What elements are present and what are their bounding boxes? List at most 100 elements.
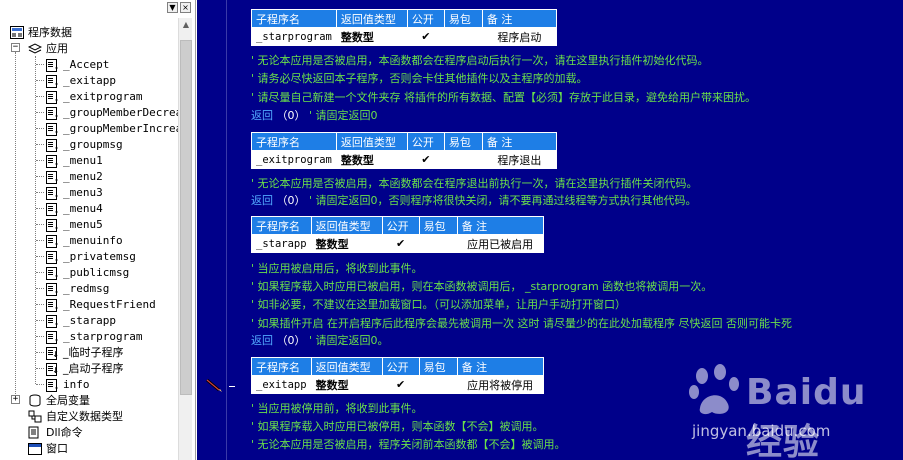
tree-node-window[interactable]: 窗口 xyxy=(28,440,68,456)
code-comment[interactable]: ' 无论本应用是否被启用，本函数都会在程序启动后执行一次，请在这里执行插件初始化… xyxy=(251,53,709,68)
app-node-collapse-toggle[interactable]: − xyxy=(11,43,20,52)
return-type-cell[interactable]: 整数型 xyxy=(335,27,408,46)
code-comment[interactable]: ' 无论本应用是否被启用，本函数都会在程序退出前执行一次，请在这里执行插件关闭代… xyxy=(251,176,698,191)
public-checkmark-icon[interactable]: ✔ xyxy=(381,234,420,253)
subprogram-name-cell[interactable]: _exitprogram xyxy=(251,150,337,169)
easy-pack-cell[interactable] xyxy=(443,27,483,46)
code-comment[interactable]: ' 如果程序载入时应用已被启用，则在本函数被调用后， _starprogram … xyxy=(251,279,712,294)
tree-node-app[interactable]: 应用 xyxy=(27,40,68,56)
scroll-up-arrow-icon[interactable]: ▲ xyxy=(179,18,193,32)
note-cell[interactable]: 程序退出 xyxy=(481,150,557,169)
tree-node-custom-types[interactable]: 自定义数据类型 xyxy=(28,408,123,424)
code-comment[interactable]: ' 请尽量自己新建一个文件夹存 将插件的所有数据、配置【必须】存放于此目录，避免… xyxy=(251,90,756,105)
tree-guide-line xyxy=(36,384,44,385)
subprogram-icon: ↓ xyxy=(45,378,59,392)
public-checkmark-icon[interactable]: ✔ xyxy=(381,375,420,394)
code-comment[interactable]: ' 如果程序载入时应用已被停用，则本函数【不会】被调用。 xyxy=(251,419,544,434)
code-comment[interactable]: ' 当应用被停用前，将收到此事件。 xyxy=(251,401,423,416)
tree-guide-line xyxy=(36,112,44,113)
note-cell[interactable]: 程序启动 xyxy=(481,27,557,46)
tree-item-subprogram[interactable]: ↓ _exitprogram xyxy=(45,88,142,104)
return-keyword: 返回 xyxy=(251,194,273,207)
tree-node-app-label: 应用 xyxy=(46,42,68,55)
code-comment[interactable]: ' 如非必要，不建议在这里加载窗口。（可以添加菜单，让用户手动打开窗口） xyxy=(251,297,626,312)
public-checkmark-icon[interactable]: ✔ xyxy=(406,150,445,169)
tree-item-label: _menu1 xyxy=(63,153,103,167)
tree-item-subprogram[interactable]: ↓ _groupMemberIncrea xyxy=(45,120,182,136)
header-public: 公开 xyxy=(406,9,445,28)
tree-guide-line xyxy=(36,240,44,241)
tree-item-label: _publicmsg xyxy=(63,265,130,279)
tree-item-subprogram[interactable]: ↓ _menu2 xyxy=(45,168,103,184)
tree-item-subprogram[interactable]: ↓ info xyxy=(45,376,90,392)
tree-node-dll[interactable]: Dll命令 xyxy=(28,424,83,440)
subprogram-name-cell[interactable]: _starprogram xyxy=(251,27,337,46)
code-comment[interactable]: ' 请务必尽快返回本子程序，否则会卡住其他插件以及主程序的加载。 xyxy=(251,71,588,86)
tree-item-label: _starapp xyxy=(63,313,116,327)
panel-close-button[interactable]: × xyxy=(180,2,191,13)
tree-scrollbar[interactable]: ▲ xyxy=(178,18,192,460)
tree-item-subprogram[interactable]: ↓ _groupMemberDecrea xyxy=(45,104,182,120)
tree-guide-line xyxy=(36,64,44,65)
program-data-panel: ▼ × 程序数据 − 应用 ↓ _Accept ↓ _exitapp ↓ _exitpro… xyxy=(0,0,196,460)
return-statement[interactable]: 返回 （0） ' 请固定返回0，否则程序将很快关闭，请不要再通过线程等方式执行其… xyxy=(251,193,697,208)
tree-guide-line xyxy=(36,320,44,321)
subprogram-name-cell[interactable]: _exitapp xyxy=(251,375,312,394)
code-area: 子程序名 返回值类型 公开 易包 备 注 _starprogram 整数型 ✔ … xyxy=(251,0,901,460)
code-comment[interactable]: ' 当应用被启用后，将收到此事件。 xyxy=(251,261,423,276)
tree-item-label: _menu3 xyxy=(63,185,103,199)
note-cell[interactable]: 应用将被停用 xyxy=(456,375,544,394)
subprogram-icon: ↓ xyxy=(45,122,59,136)
tree-item-subprogram[interactable]: ↓ _启动子程序 xyxy=(45,360,124,376)
return-type-cell[interactable]: 整数型 xyxy=(310,234,383,253)
tree-item-subprogram[interactable]: ↓ _临时子程序 xyxy=(45,344,124,360)
tree-item-subprogram[interactable]: ↓ _exitapp xyxy=(45,72,116,88)
tree-item-label: _menu2 xyxy=(63,169,103,183)
header-easy-pack: 易包 xyxy=(443,132,483,151)
tree-item-subprogram[interactable]: ↓ _menu1 xyxy=(45,152,103,168)
tree-node-globals-label: 全局变量 xyxy=(46,394,90,407)
subprogram-icon: ↓ xyxy=(45,90,59,104)
tree-item-subprogram[interactable]: ↓ _redmsg xyxy=(45,280,109,296)
subprogram-icon: ↓ xyxy=(45,298,59,312)
tree-guide-line xyxy=(36,192,44,193)
note-cell[interactable]: 应用已被启用 xyxy=(456,234,544,253)
subprogram-icon: ↓ xyxy=(45,314,59,328)
code-editor[interactable]: 子程序名 返回值类型 公开 易包 备 注 _starprogram 整数型 ✔ … xyxy=(197,0,903,460)
tree-guide-line xyxy=(36,160,44,161)
easy-pack-cell[interactable] xyxy=(443,150,483,169)
tree-node-globals[interactable]: 全局变量 xyxy=(28,392,90,408)
tree-guide-line xyxy=(36,176,44,177)
tree-item-subprogram[interactable]: ↓ _groupmsg xyxy=(45,136,123,152)
tree-item-subprogram[interactable]: ↓ _publicmsg xyxy=(45,264,129,280)
easy-pack-cell[interactable] xyxy=(418,375,458,394)
subprogram-icon: ↓ xyxy=(45,202,59,216)
tree-item-subprogram[interactable]: ↓ _menu5 xyxy=(45,216,103,232)
tree-item-subprogram[interactable]: ↓ _starprogram xyxy=(45,328,142,344)
public-checkmark-icon[interactable]: ✔ xyxy=(406,27,445,46)
header-note: 备 注 xyxy=(481,9,557,28)
tree-item-subprogram[interactable]: ↓ _menu4 xyxy=(45,200,103,216)
return-type-cell[interactable]: 整数型 xyxy=(310,375,383,394)
tree-item-label: _exitapp xyxy=(63,73,116,87)
code-comment[interactable]: ' 如果插件开启 在开启程序后此程序会最先被调用一次 这时 请尽量少的在此处加载… xyxy=(251,316,792,331)
tree-item-subprogram[interactable]: ↓ _menuinfo xyxy=(45,232,123,248)
return-statement[interactable]: 返回 （0） ' 请固定返回0。 xyxy=(251,333,389,348)
subprogram-name-cell[interactable]: _starapp xyxy=(251,234,312,253)
tree-scrollbar-thumb[interactable] xyxy=(180,40,192,395)
tree-item-subprogram[interactable]: ↓ _Accept xyxy=(45,56,109,72)
globals-expand-toggle[interactable]: + xyxy=(11,395,20,404)
code-comment[interactable]: ' 无论本应用是否被启用，程序关闭前本函数都【不会】被调用。 xyxy=(251,437,566,452)
tree-item-subprogram[interactable]: ↓ _privatemsg xyxy=(45,248,136,264)
easy-pack-cell[interactable] xyxy=(418,234,458,253)
return-value: （0） xyxy=(276,334,306,347)
subprogram-icon: ↓ xyxy=(45,362,59,376)
tree-guide-line xyxy=(36,368,44,369)
tree-item-subprogram[interactable]: ↓ _RequestFriend xyxy=(45,296,156,312)
tree-item-subprogram[interactable]: ↓ _menu3 xyxy=(45,184,103,200)
return-type-cell[interactable]: 整数型 xyxy=(335,150,408,169)
tree-root[interactable]: 程序数据 xyxy=(10,24,72,40)
return-statement[interactable]: 返回 （0） ' 请固定返回0 xyxy=(251,108,378,123)
subprogram-icon: ↓ xyxy=(45,282,59,296)
tree-item-subprogram[interactable]: ↓ _starapp xyxy=(45,312,116,328)
